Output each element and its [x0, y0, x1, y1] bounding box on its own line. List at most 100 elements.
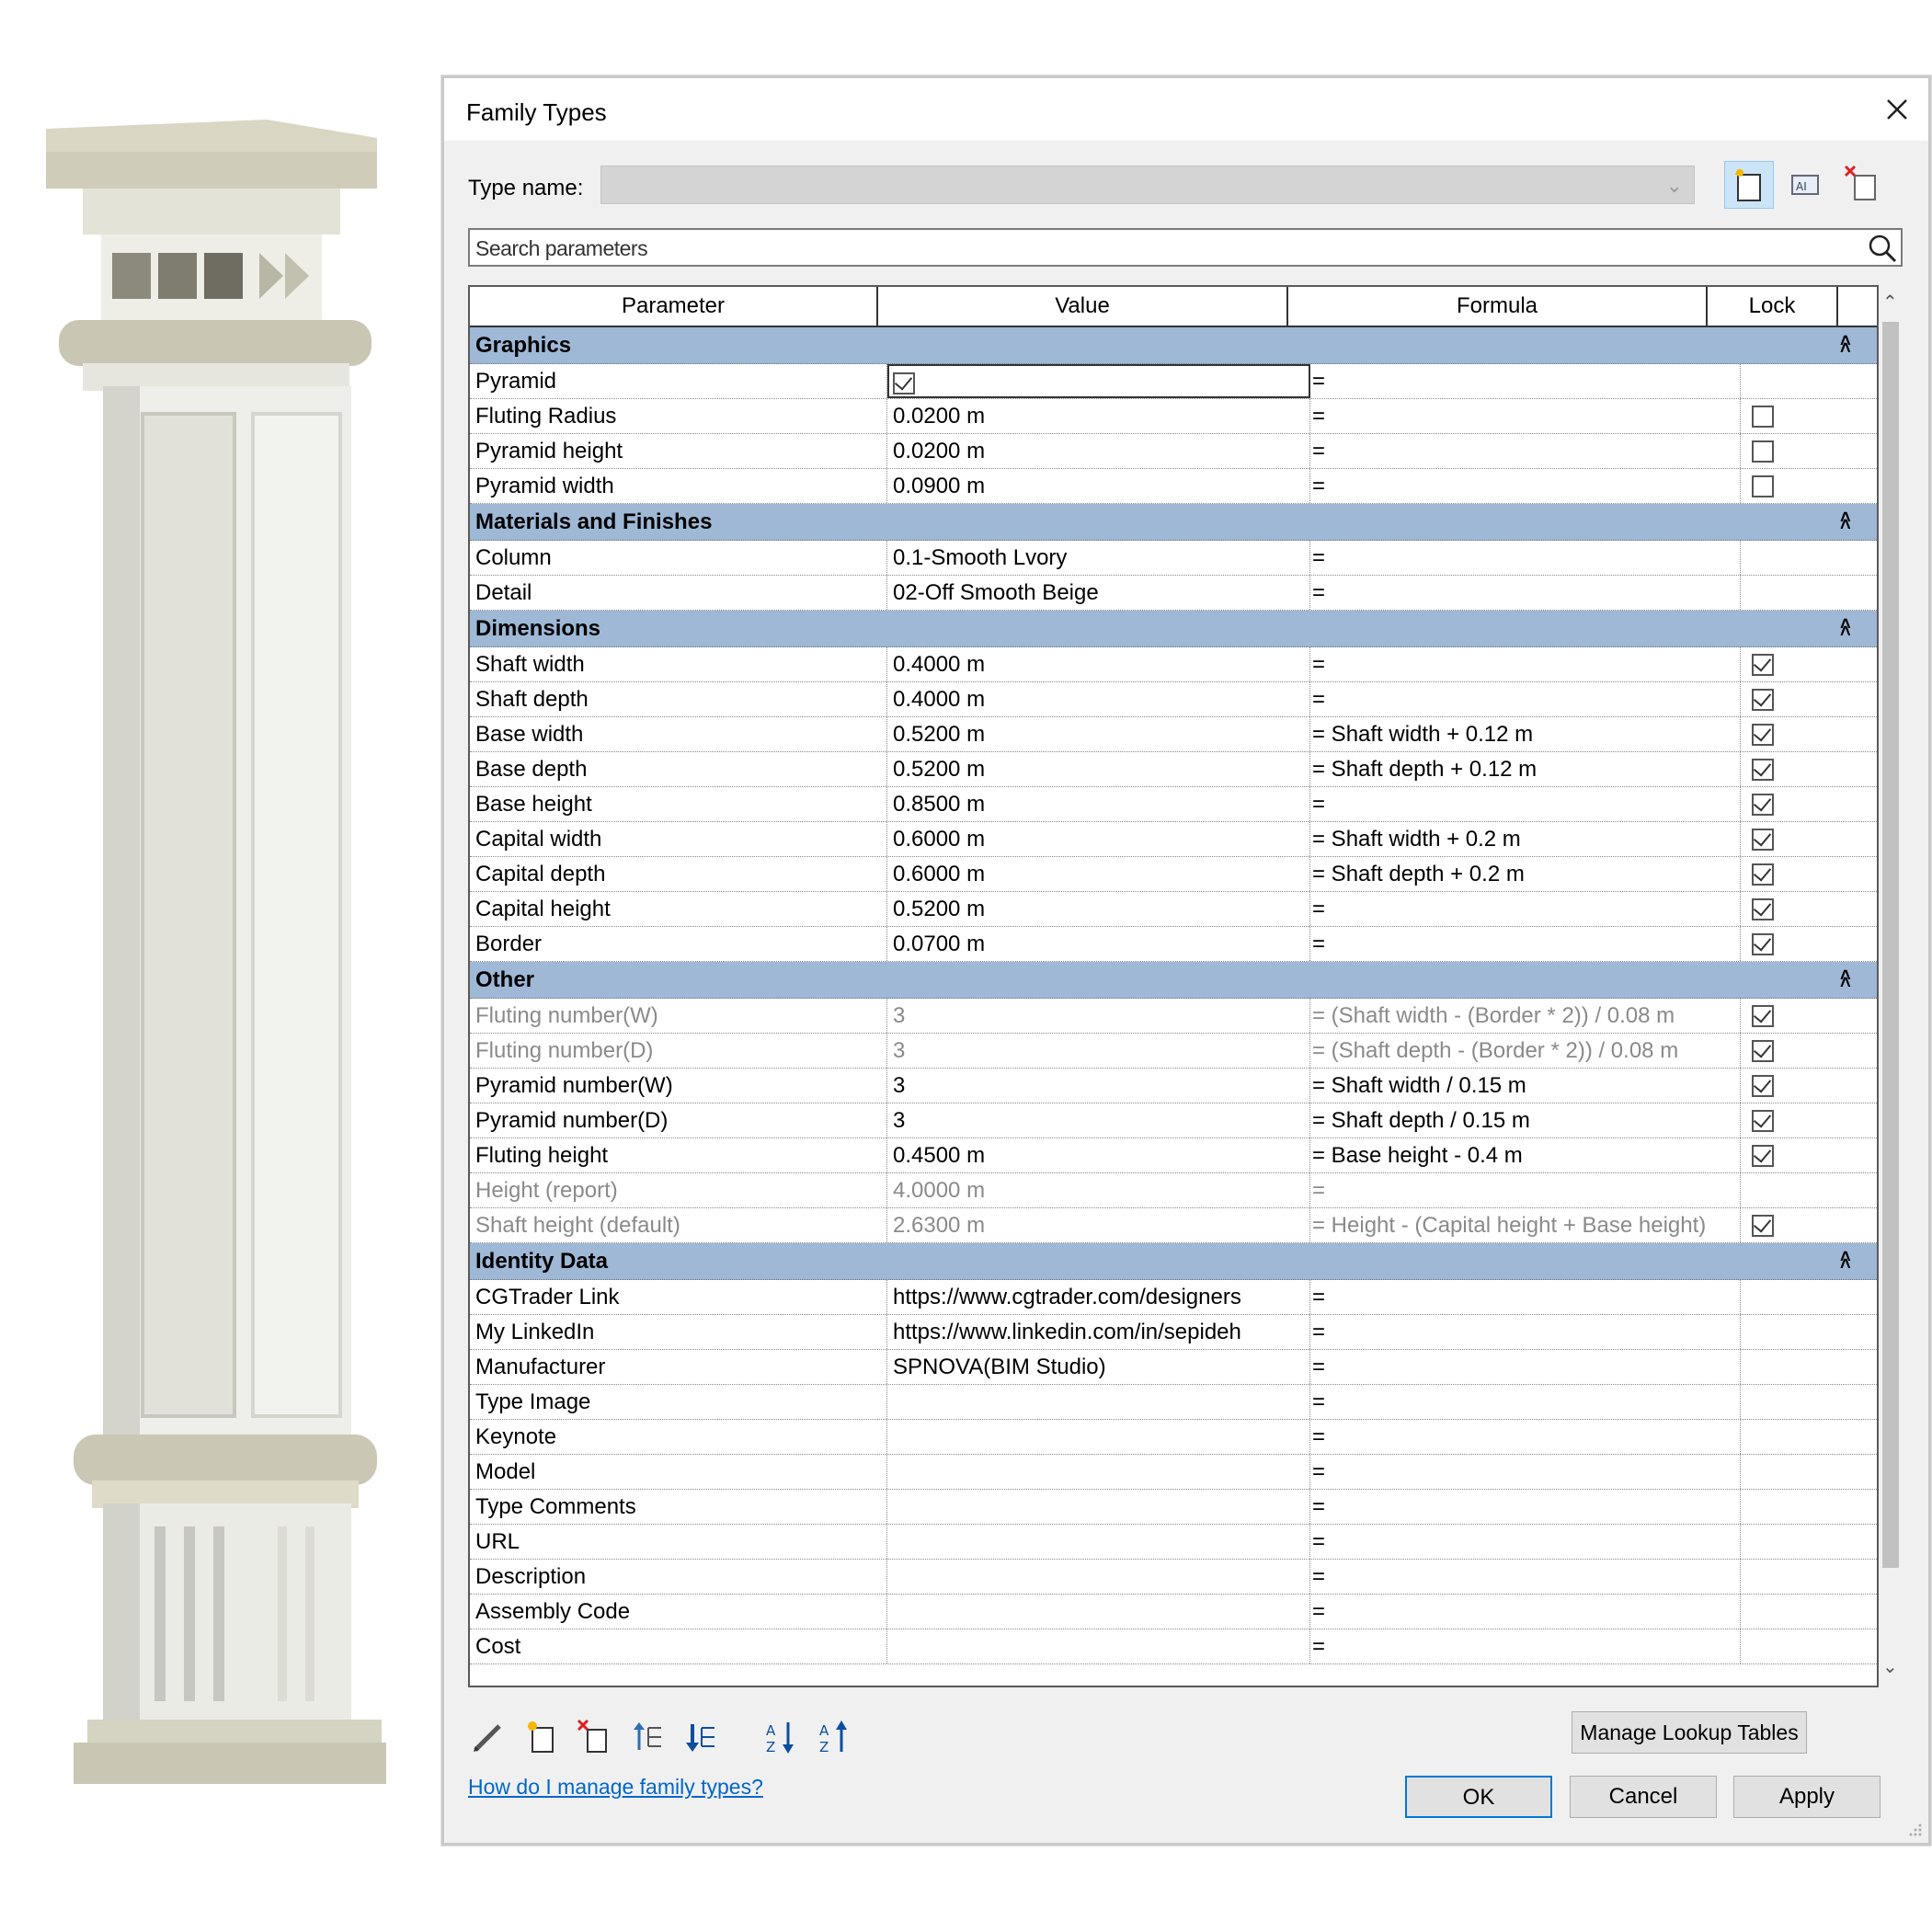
- parameter-formula[interactable]: =: [1310, 1173, 1741, 1207]
- parameter-value[interactable]: 0.0200 m: [887, 434, 1310, 468]
- parameter-value[interactable]: [887, 1595, 1310, 1629]
- parameter-formula[interactable]: =: [1310, 399, 1741, 433]
- parameter-formula[interactable]: =: [1310, 576, 1741, 610]
- header-parameter[interactable]: Parameter: [470, 287, 878, 326]
- scroll-up-icon[interactable]: ⌃: [1882, 291, 1898, 314]
- lock-checkbox[interactable]: [1752, 898, 1774, 920]
- parameter-formula[interactable]: = Base height - 0.4 m: [1310, 1138, 1741, 1172]
- parameter-formula[interactable]: = Shaft width + 0.12 m: [1310, 717, 1741, 751]
- parameter-value[interactable]: [887, 1420, 1310, 1454]
- header-formula[interactable]: Formula: [1288, 287, 1708, 326]
- parameter-formula[interactable]: =: [1310, 364, 1741, 398]
- parameter-value[interactable]: [887, 1560, 1310, 1594]
- lock-checkbox[interactable]: [1752, 933, 1774, 955]
- move-down-icon[interactable]: [681, 1717, 722, 1757]
- lock-checkbox[interactable]: [1752, 1005, 1774, 1027]
- parameter-formula[interactable]: = Shaft width / 0.15 m: [1310, 1069, 1741, 1103]
- group-header[interactable]: Dimensions ˄ ˄: [470, 611, 1877, 647]
- parameter-formula[interactable]: =: [1310, 927, 1741, 961]
- parameter-value[interactable]: [887, 1525, 1310, 1559]
- parameter-formula[interactable]: =: [1310, 1280, 1741, 1314]
- parameter-value[interactable]: [887, 1385, 1310, 1419]
- lock-checkbox[interactable]: [1752, 654, 1774, 676]
- parameter-value[interactable]: 02-Off Smooth Beige: [887, 576, 1310, 610]
- parameter-value[interactable]: 3: [887, 1103, 1310, 1137]
- lock-checkbox[interactable]: [1752, 794, 1774, 816]
- parameter-formula[interactable]: =: [1310, 1525, 1741, 1559]
- parameter-formula[interactable]: =: [1310, 1560, 1741, 1594]
- value-checkbox[interactable]: [893, 372, 915, 394]
- scroll-thumb[interactable]: [1882, 322, 1899, 1568]
- parameter-formula[interactable]: =: [1310, 1385, 1741, 1419]
- header-value[interactable]: Value: [878, 287, 1288, 326]
- lock-checkbox[interactable]: [1752, 1215, 1774, 1237]
- parameter-formula[interactable]: =: [1310, 1315, 1741, 1349]
- collapse-chevron-icon[interactable]: ˄ ˄: [1840, 509, 1851, 534]
- lock-checkbox[interactable]: [1752, 440, 1774, 463]
- scroll-down-icon[interactable]: ⌄: [1882, 1655, 1898, 1678]
- parameter-formula[interactable]: =: [1310, 541, 1741, 575]
- header-lock[interactable]: Lock: [1708, 287, 1838, 326]
- delete-type-button[interactable]: [1838, 161, 1888, 209]
- lock-checkbox[interactable]: [1752, 1040, 1774, 1062]
- parameter-value[interactable]: 0.0200 m: [887, 399, 1310, 433]
- parameter-value[interactable]: 0.5200 m: [887, 752, 1310, 786]
- help-link[interactable]: How do I manage family types?: [468, 1775, 763, 1800]
- type-name-dropdown[interactable]: ⌄: [600, 166, 1695, 204]
- parameter-value[interactable]: 0.0700 m: [887, 927, 1310, 961]
- lock-checkbox[interactable]: [1752, 759, 1774, 781]
- lock-checkbox[interactable]: [1752, 724, 1774, 746]
- parameter-value[interactable]: 0.5200 m: [887, 892, 1310, 926]
- group-header[interactable]: Graphics ˄ ˄: [470, 327, 1877, 364]
- parameter-formula[interactable]: =: [1310, 1420, 1741, 1454]
- collapse-chevron-icon[interactable]: ˄ ˄: [1840, 615, 1851, 641]
- parameter-formula[interactable]: =: [1310, 647, 1741, 681]
- parameter-value[interactable]: 0.6000 m: [887, 822, 1310, 856]
- rename-type-button[interactable]: AI: [1781, 161, 1831, 209]
- parameter-value[interactable]: [887, 1629, 1310, 1663]
- parameter-formula[interactable]: =: [1310, 469, 1741, 503]
- parameter-value[interactable]: SPNOVA(BIM Studio): [887, 1350, 1310, 1384]
- sort-descending-icon[interactable]: A Z: [816, 1717, 856, 1757]
- parameter-formula[interactable]: =: [1310, 1490, 1741, 1524]
- lock-checkbox[interactable]: [1752, 1145, 1774, 1167]
- parameter-formula[interactable]: =: [1310, 892, 1741, 926]
- lock-checkbox[interactable]: [1752, 406, 1774, 428]
- parameter-value[interactable]: 0.5200 m: [887, 717, 1310, 751]
- parameter-formula[interactable]: = (Shaft width - (Border * 2)) / 0.08 m: [1310, 999, 1741, 1033]
- parameter-formula[interactable]: =: [1310, 1455, 1741, 1489]
- parameter-formula[interactable]: = Shaft depth + 0.12 m: [1310, 752, 1741, 786]
- parameter-value[interactable]: https://www.linkedin.com/in/sepideh: [887, 1315, 1310, 1349]
- group-header[interactable]: Other ˄ ˄: [470, 962, 1877, 999]
- parameter-formula[interactable]: = (Shaft depth - (Border * 2)) / 0.08 m: [1310, 1034, 1741, 1068]
- sort-ascending-icon[interactable]: A Z: [762, 1717, 803, 1757]
- lock-checkbox[interactable]: [1752, 1110, 1774, 1132]
- group-header[interactable]: Identity Data ˄ ˄: [470, 1243, 1877, 1280]
- parameter-value[interactable]: 0.4000 m: [887, 647, 1310, 681]
- parameter-value[interactable]: 3: [887, 1069, 1310, 1103]
- parameter-value[interactable]: [887, 1455, 1310, 1489]
- collapse-chevron-icon[interactable]: ˄ ˄: [1840, 1248, 1851, 1274]
- edit-parameter-icon[interactable]: [468, 1717, 509, 1757]
- move-up-icon[interactable]: [628, 1717, 669, 1757]
- lock-checkbox[interactable]: [1752, 1075, 1774, 1097]
- parameter-value-checkbox-cell[interactable]: [887, 364, 1310, 398]
- search-icon[interactable]: [1866, 232, 1899, 265]
- parameter-formula[interactable]: =: [1310, 1595, 1741, 1629]
- apply-button[interactable]: Apply: [1733, 1776, 1881, 1818]
- manage-lookup-tables-button[interactable]: Manage Lookup Tables: [1572, 1711, 1807, 1754]
- new-parameter-icon[interactable]: [521, 1717, 562, 1757]
- parameter-value[interactable]: 0.4000 m: [887, 682, 1310, 716]
- parameter-value[interactable]: 0.4500 m: [887, 1138, 1310, 1172]
- lock-checkbox[interactable]: [1752, 475, 1774, 497]
- resize-grip-icon[interactable]: [1908, 1823, 1923, 1837]
- cancel-button[interactable]: Cancel: [1570, 1776, 1717, 1818]
- vertical-scrollbar[interactable]: ⌃ ⌄: [1879, 285, 1903, 1687]
- parameter-value[interactable]: 0.0900 m: [887, 469, 1310, 503]
- lock-checkbox[interactable]: [1752, 689, 1774, 711]
- group-header[interactable]: Materials and Finishes ˄ ˄: [470, 504, 1877, 541]
- lock-checkbox[interactable]: [1752, 863, 1774, 886]
- close-icon[interactable]: [1879, 91, 1915, 128]
- parameter-formula[interactable]: = Shaft depth / 0.15 m: [1310, 1103, 1741, 1137]
- parameter-value[interactable]: 0.1-Smooth Lvory: [887, 541, 1310, 575]
